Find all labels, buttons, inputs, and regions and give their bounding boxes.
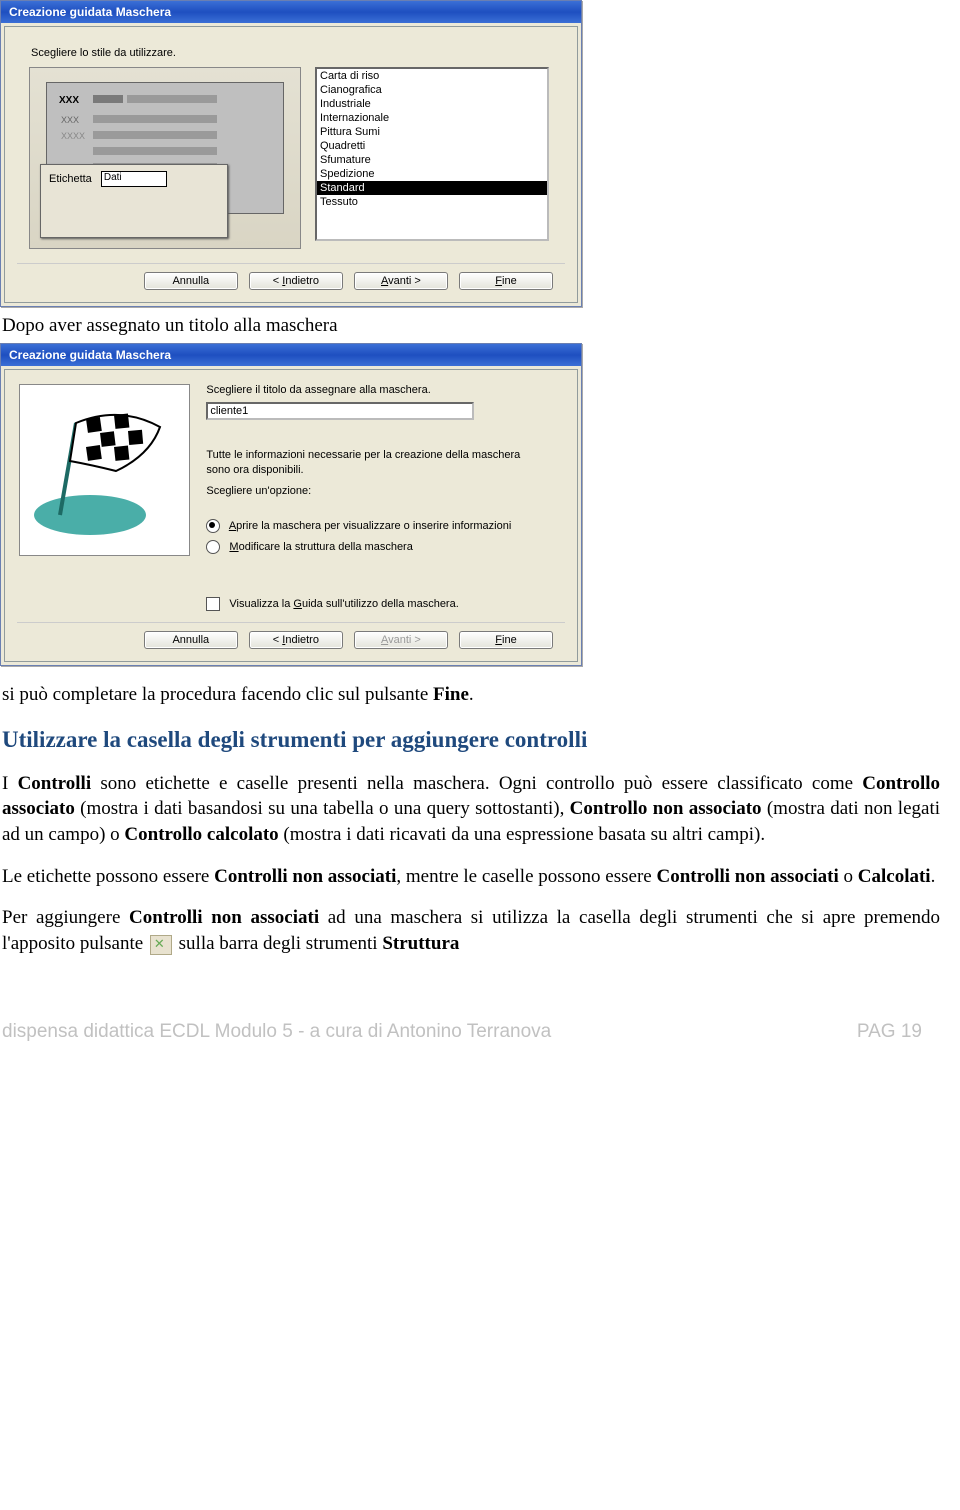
dialog-title: Creazione guidata Maschera [1,344,581,366]
style-option[interactable]: Pittura Sumi [317,125,547,139]
dialog-instruction: Scegliere lo stile da utilizzare. [17,37,565,63]
paragraph-complete: si può completare la procedura facendo c… [0,670,960,712]
footer-right: PAG 19 [857,1021,922,1043]
preview-popup: Etichetta Dati [40,164,228,238]
next-button[interactable]: Avanti > [354,272,448,290]
checkbox-icon [206,597,220,611]
style-preview: XXX XXX XXXX Etichetta [29,67,301,249]
back-button[interactable]: < Indietro [249,631,343,649]
choose-text: Scegliere un'opzione: [206,484,565,499]
radio-icon [206,519,220,533]
heading-toolbox: Utilizzare la casella degli strumenti pe… [0,712,960,759]
option-modify[interactable]: Modificare la struttura della maschera [206,540,565,555]
style-option[interactable]: Cianografica [317,83,547,97]
style-option[interactable]: Quadretti [317,139,547,153]
back-button[interactable]: < Indietro [249,272,343,290]
mask-title-input[interactable] [206,402,474,420]
wizard-dialog-title: Creazione guidata Maschera [0,343,582,666]
style-option[interactable]: Carta di riso [317,69,547,83]
ready-text: Tutte le informazioni necessarie per la … [206,448,526,478]
dialog2-instruction: Scegliere il titolo da assegnare alla ma… [206,380,565,402]
radio-icon [206,540,220,554]
toolbox-icon [150,935,172,955]
paragraph-controls: I Controlli sono etichette e caselle pre… [0,759,960,852]
dialog-title: Creazione guidata Maschera [1,1,581,23]
button-bar: Annulla < Indietro Avanti > Fine [17,622,565,661]
cancel-button[interactable]: Annulla [144,272,238,290]
preview-label-text: Etichetta [49,173,92,185]
finish-flag-image [19,384,190,556]
page-footer: dispensa didattica ECDL Modulo 5 - a cur… [0,961,942,1063]
cancel-button[interactable]: Annulla [144,631,238,649]
style-option[interactable]: Tessuto [317,195,547,209]
paragraph-add: Per aggiungere Controlli non associati a… [0,893,960,960]
wizard-dialog-style: Creazione guidata Maschera Scegliere lo … [0,0,582,307]
style-option[interactable]: Standard [317,181,547,195]
opt2-text: odificare la struttura della maschera [239,541,413,553]
preview-xxx: XXX [59,95,79,106]
finish-button[interactable]: Fine [459,272,553,290]
footer-left: dispensa didattica ECDL Modulo 5 - a cur… [2,1021,551,1043]
opt1-text: prire la maschera per visualizzare o ins… [236,520,511,532]
style-option[interactable]: Industriale [317,97,547,111]
paragraph-labels: Le etichette possono essere Controlli no… [0,852,960,894]
style-option[interactable]: Sfumature [317,153,547,167]
style-option[interactable]: Internazionale [317,111,547,125]
style-option[interactable]: Spedizione [317,167,547,181]
caption-after-title: Dopo aver assegnato un titolo alla masch… [0,311,960,343]
finish-button[interactable]: Fine [459,631,553,649]
option-open[interactable]: Aprire la maschera per visualizzare o in… [206,519,565,534]
next-button: Avanti > [354,631,448,649]
style-listbox[interactable]: Carta di risoCianograficaIndustrialeInte… [315,67,549,241]
preview-data-text: Dati [101,171,167,187]
help-checkbox[interactable]: Visualizza la Guida sull'utilizzo della … [206,597,565,612]
help-text: Visualizza la Guida sull'utilizzo della … [229,598,458,610]
button-bar: Annulla < Indietro Avanti > Fine [17,263,565,302]
